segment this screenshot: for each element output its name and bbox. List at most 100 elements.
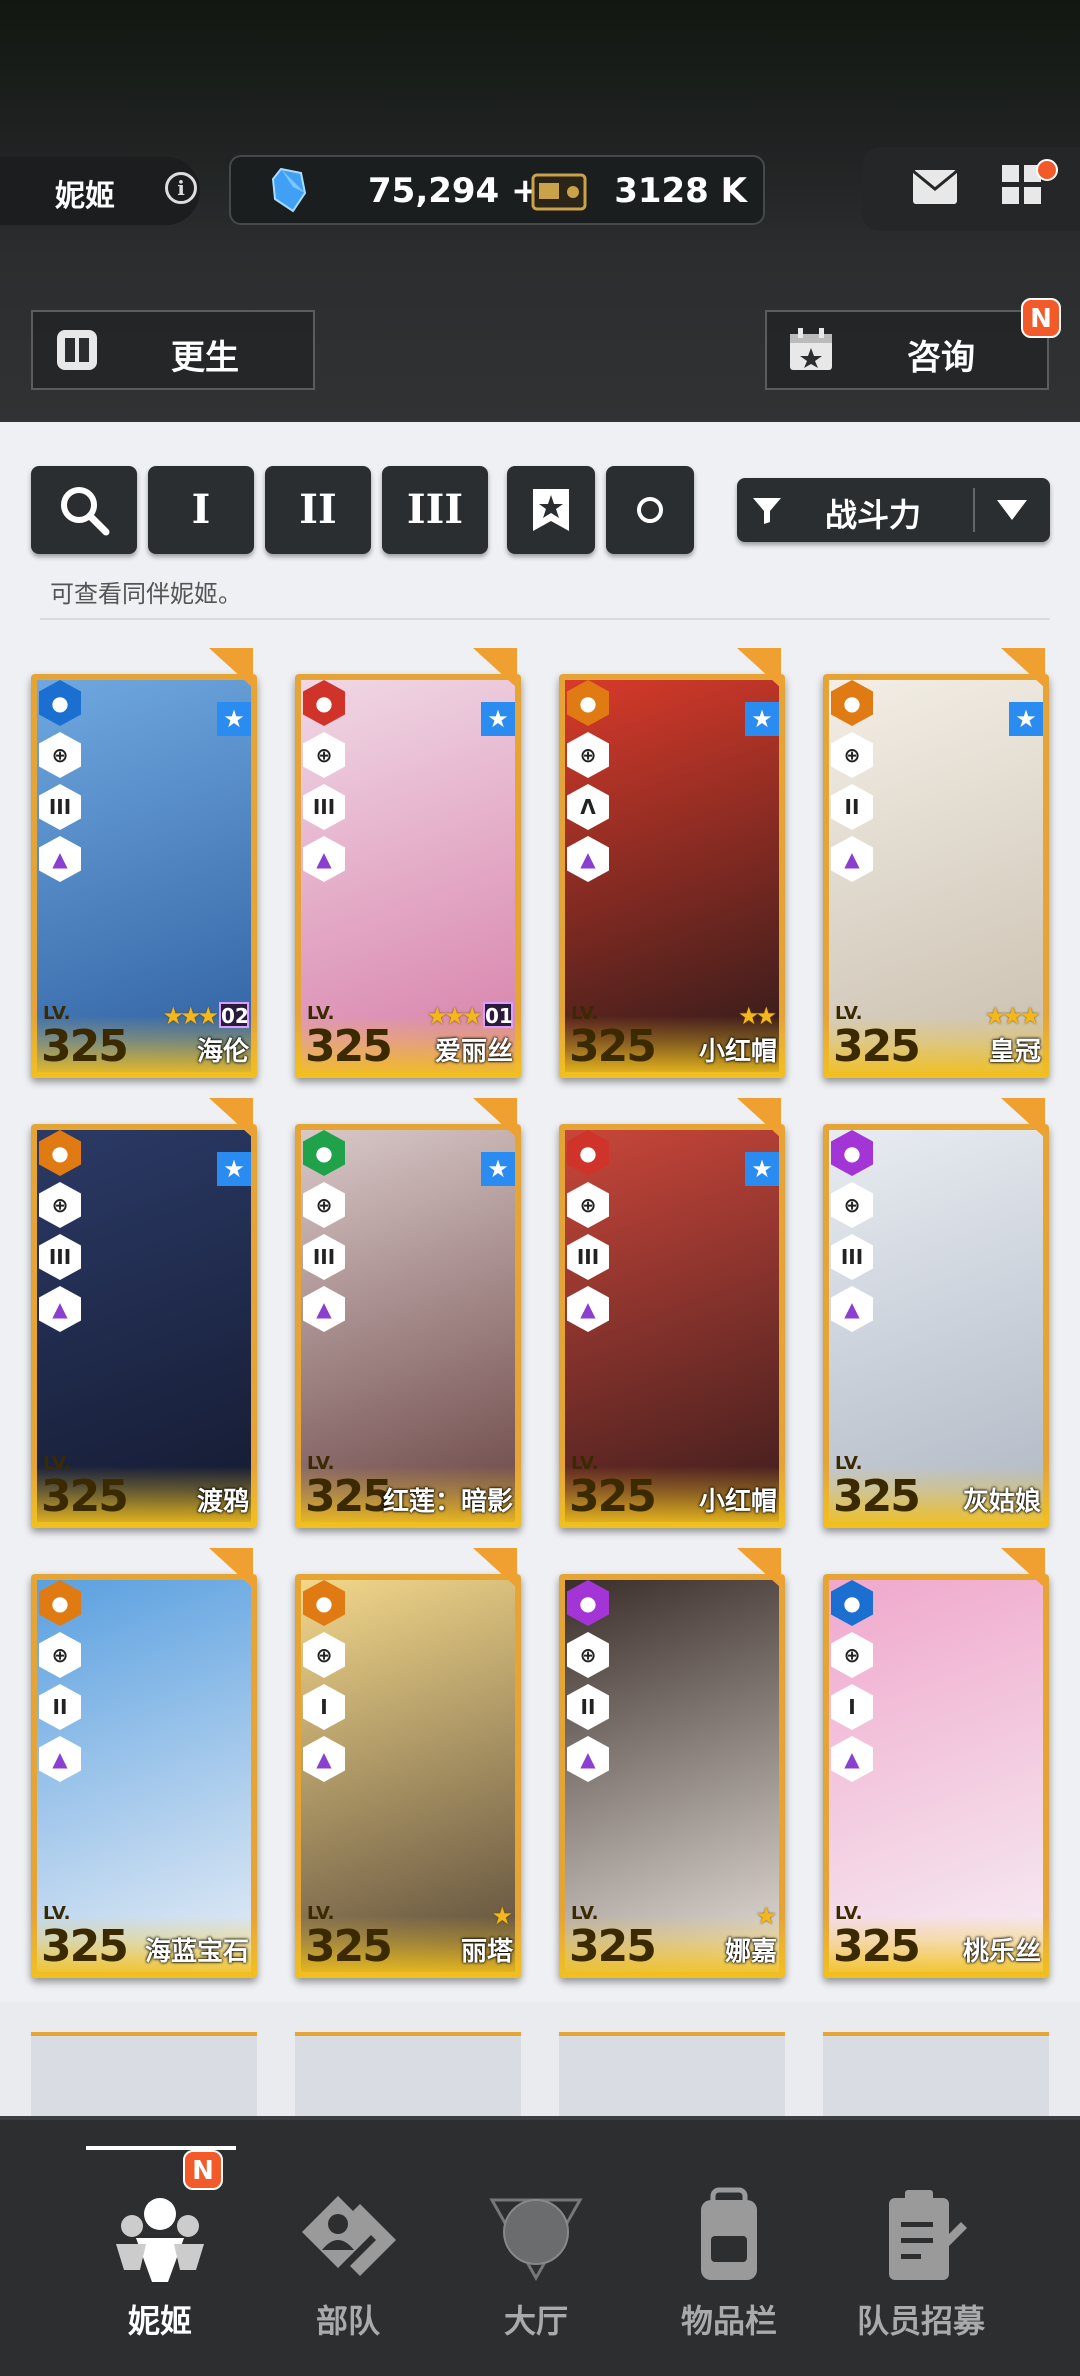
sort-dropdown[interactable]: 战斗力 [737,478,1050,542]
top-header: 妮姬 i 75,294 + 3128 K 更生 咨询 N [0,0,1080,422]
circle-icon [637,497,663,523]
nikke-name: 桃乐丝 [962,1937,1041,1967]
nikke-card[interactable]: LV. 325 海伦 ● ⊕ III ▲ ★★★ 02 ★ [31,648,257,1078]
nav-divider [0,2116,1080,2120]
favorite-filter-button[interactable] [507,466,595,554]
nav-recruit-label: 队员招募 [856,2302,985,2340]
nav-lobby-label: 大厅 [503,2302,568,2340]
nikke-card-partial[interactable] [295,2032,521,2116]
nikke-level: 325 [305,1471,393,1522]
nav-squad-label: 部队 [315,2302,380,2340]
nikke-level: 325 [41,1021,129,1072]
nav-nikke-label: 妮姬 [127,2302,192,2340]
nikke-list-panel: I II III 战斗力 可查看同伴妮姬。 LV. 325 海伦 ● ⊕ III ▲ ★★★ 0… [0,422,1080,2116]
backpack-icon [701,2187,757,2280]
nikke-name: 灰姑娘 [962,1487,1041,1517]
filter-burst-3[interactable]: III [382,466,488,554]
nikke-card-partial[interactable] [823,2032,1049,2116]
info-icon[interactable]: i [165,172,197,204]
nav-nikke[interactable]: 妮姬 [65,2156,255,2356]
star-rating: ★★★ [162,1002,219,1030]
people-icon [116,2198,204,2282]
nikke-level: 325 [833,1921,921,1972]
nav-inventory[interactable]: 物品栏 [634,2156,824,2356]
lobby-icon [489,2198,583,2282]
filter-burst-1[interactable]: I [148,466,254,554]
partial-row [0,2002,1080,2116]
nikke-level: 325 [569,1021,657,1072]
nikke-card[interactable]: LV. 325 灰姑娘 ● ⊕ III ▲ [823,1098,1049,1528]
nikke-card[interactable]: LV. 325 桃乐丝 ● ⊕ I ▲ [823,1548,1049,1978]
nikke-card[interactable]: LV. 325 小红帽 ● ⊕ Λ ▲ ★★ ★ [559,648,785,1078]
nikke-name: 小红帽 [698,1487,777,1517]
rebirth-label: 更生 [171,338,239,378]
favorite-star-icon: ★ [217,1152,251,1186]
nikke-name: 皇冠 [988,1037,1041,1067]
nikke-level: 325 [41,1921,129,1972]
nav-lobby[interactable]: 大厅 [441,2156,631,2356]
limit-break-badge: 02 [219,1002,249,1028]
favorite-star-icon: ★ [481,1152,515,1186]
credit-card-icon [531,173,587,211]
nikke-level: 325 [305,1021,393,1072]
mail-icon[interactable] [912,169,958,205]
nikke-level: 325 [569,1471,657,1522]
nav-recruit[interactable]: 队员招募 [826,2156,1016,2356]
top-right-panel [862,147,1080,231]
filter-funnel-icon [753,498,781,524]
star-rating: ★★★ [984,1002,1041,1030]
nikke-card-partial[interactable] [559,2032,785,2116]
circle-filter-button[interactable] [606,466,694,554]
nikke-name: 海伦 [196,1037,249,1067]
squad-icon [302,2196,396,2276]
bottom-nav: 妮姬 N 部队 大厅 物品栏 队员招募 [0,2116,1080,2376]
nikke-card[interactable]: LV. 325 渡鸦 ● ⊕ III ▲ ★ [31,1098,257,1528]
nav-inventory-label: 物品栏 [680,2302,777,2340]
star-rating: ★★ [737,1002,777,1030]
nikke-card[interactable]: LV. 325 皇冠 ● ⊕ II ▲ ★★★ ★ [823,648,1049,1078]
nav-squad[interactable]: 部队 [253,2156,443,2356]
consult-new-badge: N [1021,298,1061,338]
nikke-name: 海蓝宝石 [144,1937,249,1967]
nikke-name: 红莲：暗影 [382,1487,513,1517]
search-icon [61,487,110,536]
favorite-star-icon: ★ [745,702,779,736]
nikke-card[interactable]: LV. 325 爱丽丝 ● ⊕ III ▲ ★★★ 01 ★ [295,648,521,1078]
nikke-name: 渡鸦 [196,1487,249,1517]
consult-label: 咨询 [907,338,975,378]
nikke-card[interactable]: LV. 325 娜嘉 ● ⊕ II ▲ ★ [559,1548,785,1978]
nikke-level: 325 [833,1021,921,1072]
star-rating: ★ [491,1902,512,1930]
list-hint: 可查看同伴妮姬。 [50,580,242,608]
star-rating: ★ [755,1902,776,1930]
limit-break-badge: 01 [483,1002,513,1028]
player-name: 妮姬 [55,179,115,214]
nikke-level: 325 [305,1921,393,1972]
calendar-icon [790,328,832,370]
favorite-star-icon: ★ [217,702,251,736]
sort-label: 战斗力 [825,496,922,534]
favorite-star-icon: ★ [745,1152,779,1186]
nikke-card-partial[interactable] [31,2032,257,2116]
nikke-card[interactable]: LV. 325 海蓝宝石 ● ⊕ II ▲ [31,1548,257,1978]
rebirth-icon [57,330,97,370]
consult-button[interactable]: 咨询 [765,310,1049,390]
bookmark-star-icon [533,489,569,531]
favorite-star-icon: ★ [1009,702,1043,736]
filter-burst-2[interactable]: II [265,466,371,554]
nikke-card[interactable]: LV. 325 红莲：暗影 ● ⊕ III ▲ ★ [295,1098,521,1528]
nikke-level: 325 [569,1921,657,1972]
credit-count: 3128 K [614,171,747,211]
nikke-level: 325 [41,1471,129,1522]
favorite-star-icon: ★ [481,702,515,736]
currency-bar: 75,294 + 3128 K [229,155,765,225]
nikke-card[interactable]: LV. 325 丽塔 ● ⊕ I ▲ ★ [295,1548,521,1978]
search-button[interactable] [31,466,137,554]
nikke-name: 小红帽 [698,1037,777,1067]
chevron-down-icon [997,500,1027,520]
nikke-name: 丽塔 [460,1937,513,1967]
nikke-card[interactable]: LV. 325 小红帽 ● ⊕ III ▲ ★ [559,1098,785,1528]
divider [40,618,1050,620]
nikke-new-badge: N [183,2150,223,2190]
rebirth-button[interactable]: 更生 [31,310,315,390]
